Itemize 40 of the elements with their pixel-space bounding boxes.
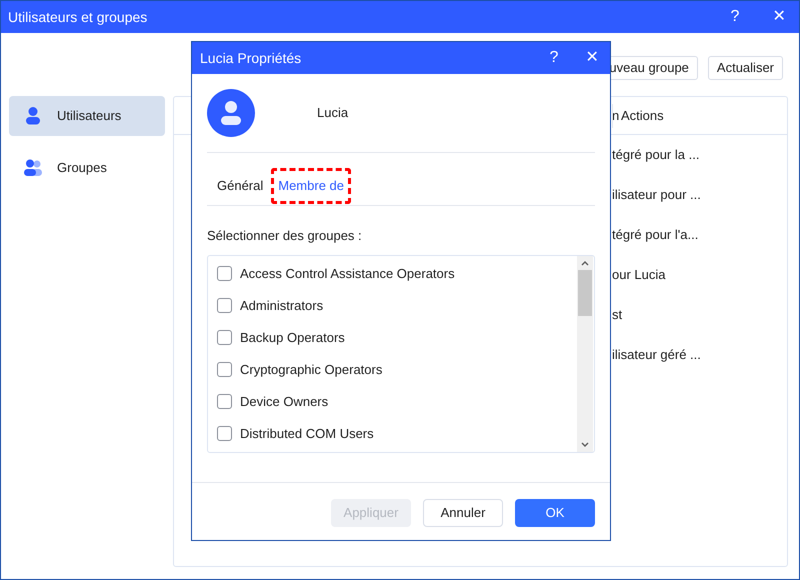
column-header: Actions bbox=[621, 106, 664, 125]
group-checkbox-row[interactable]: Cryptographic Operators bbox=[208, 354, 577, 386]
dialog-button[interactable]: OK bbox=[515, 498, 595, 526]
tab[interactable]: Général bbox=[217, 168, 264, 204]
group-checkbox-row[interactable]: Distributed COM Users bbox=[208, 418, 577, 450]
group-checkbox-row[interactable]: Device Owners bbox=[208, 386, 577, 418]
table-cell-text: st bbox=[612, 306, 622, 324]
column-header: n bbox=[612, 106, 620, 125]
sidebar-item[interactable]: Groupes bbox=[9, 148, 165, 188]
avatar-icon bbox=[207, 89, 255, 137]
group-checkbox-row[interactable]: Backup Operators bbox=[208, 322, 577, 354]
help-button[interactable]: ? bbox=[725, 5, 745, 29]
dialog-button[interactable]: Annuler bbox=[423, 498, 503, 526]
toolbar-button[interactable]: Actualiser bbox=[708, 56, 783, 80]
scroll-thumb[interactable] bbox=[578, 270, 592, 316]
group-checkbox-row[interactable]: Administrators bbox=[208, 290, 577, 322]
table-cell-text: tégré pour la ... bbox=[612, 146, 700, 164]
group-icon bbox=[23, 159, 43, 177]
sidebar-item[interactable]: Utilisateurs bbox=[9, 96, 165, 136]
dialog-title: Lucia Propriétés bbox=[200, 48, 302, 68]
table-cell-text: ilisateur pour ... bbox=[612, 186, 701, 204]
checkbox[interactable] bbox=[217, 330, 232, 345]
window-title: Utilisateurs et groupes bbox=[8, 8, 148, 27]
checkbox[interactable] bbox=[217, 426, 232, 441]
user-icon bbox=[25, 107, 41, 125]
user-name: Lucia bbox=[317, 104, 348, 122]
close-button[interactable]: ✕ bbox=[769, 5, 789, 29]
close-button[interactable]: ✕ bbox=[582, 46, 602, 70]
table-cell-text: tégré pour l'a... bbox=[612, 226, 698, 244]
groups-label: Sélectionner des groupes : bbox=[207, 227, 363, 245]
table-cell-text: ilisateur géré ... bbox=[612, 346, 701, 364]
checkbox[interactable] bbox=[217, 266, 232, 281]
table-cell-text: our Lucia bbox=[612, 266, 666, 284]
help-button[interactable]: ? bbox=[544, 46, 564, 70]
checkbox[interactable] bbox=[217, 394, 232, 409]
scrollbar[interactable] bbox=[577, 256, 593, 452]
group-checkbox-row[interactable]: Access Control Assistance Operators bbox=[208, 258, 577, 290]
tab[interactable]: Membre de bbox=[271, 168, 351, 204]
checkbox[interactable] bbox=[217, 362, 232, 377]
checkbox[interactable] bbox=[217, 298, 232, 313]
